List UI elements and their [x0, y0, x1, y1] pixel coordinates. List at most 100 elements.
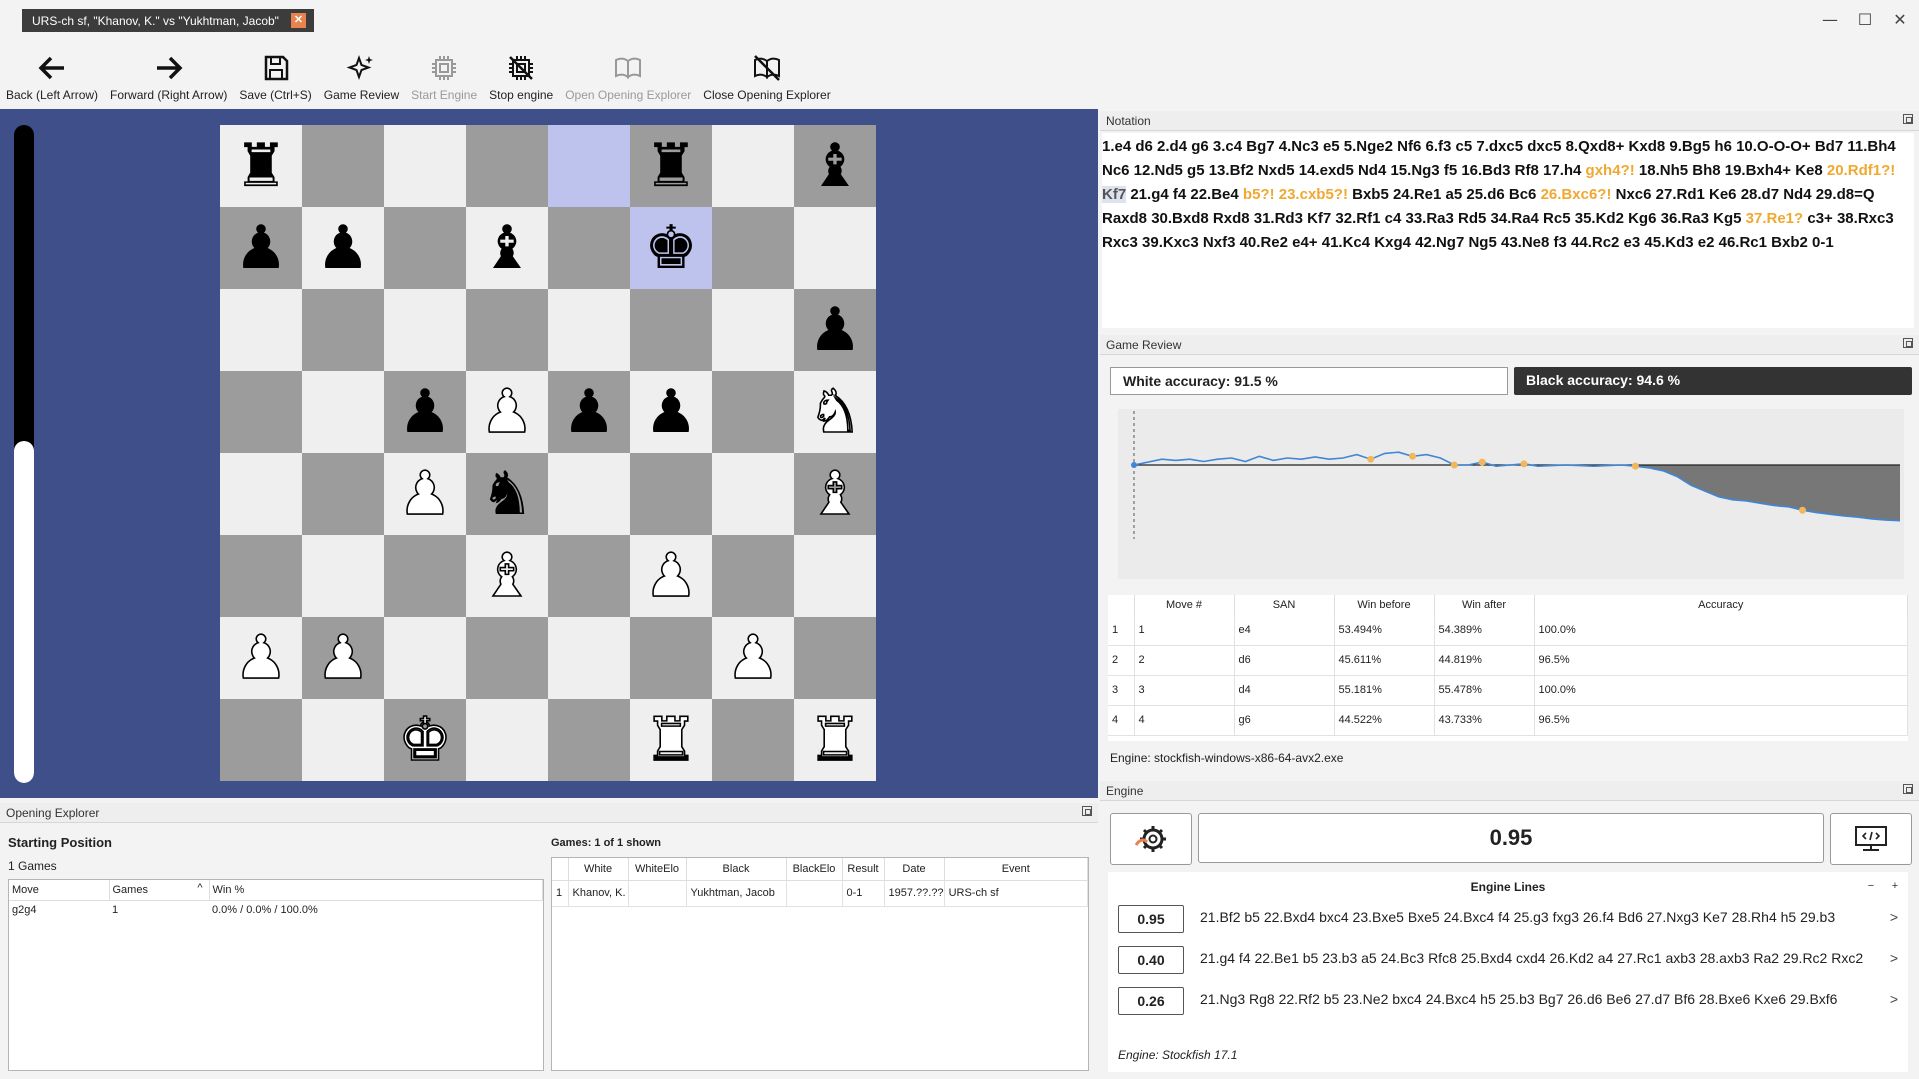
table-row[interactable]: g2g4 1 0.0% / 0.0% / 100.0% [9, 900, 543, 920]
square-a6[interactable] [220, 289, 302, 371]
open-explorer-button[interactable]: Open Opening Explorer [559, 40, 697, 106]
square-d4[interactable]: ♞ [466, 453, 548, 535]
square-e8[interactable] [548, 125, 630, 207]
black-pawn-icon[interactable]: ♟ [398, 382, 452, 442]
square-e1[interactable] [548, 699, 630, 781]
explorer-games-table[interactable]: White WhiteElo Black BlackElo Result Dat… [551, 857, 1089, 1071]
white-bishop-icon[interactable]: ♝ [807, 463, 862, 525]
square-f1[interactable]: ♜ [630, 699, 712, 781]
evaluation-graph[interactable] [1118, 409, 1904, 579]
start-engine-button[interactable]: Start Engine [405, 40, 483, 106]
stop-engine-button[interactable]: Stop engine [483, 40, 559, 106]
engine-line[interactable]: 0.40 21.g4 f4 22.Be1 b5 23.b3 a5 24.Bc3 … [1118, 946, 1898, 976]
black-pawn-icon[interactable]: ♟ [644, 382, 698, 442]
square-a4[interactable] [220, 453, 302, 535]
square-d8[interactable] [466, 125, 548, 207]
annotated-move[interactable]: 23.cxb5?! [1279, 186, 1348, 203]
square-b7[interactable]: ♟ [302, 207, 384, 289]
square-b4[interactable] [302, 453, 384, 535]
white-pawn-icon[interactable]: ♟ [643, 545, 698, 607]
white-pawn-icon[interactable]: ♟ [479, 381, 534, 443]
col-accuracy[interactable]: Accuracy [1534, 595, 1908, 615]
square-e3[interactable] [548, 535, 630, 617]
square-c5[interactable]: ♟ [384, 371, 466, 453]
annotated-move[interactable]: 20.Rdf1?! [1827, 162, 1895, 179]
col-move-number[interactable]: Move # [1134, 595, 1235, 615]
square-b5[interactable] [302, 371, 384, 453]
chevron-right-icon[interactable]: > [1890, 950, 1898, 966]
evaluation-point[interactable] [1367, 455, 1375, 463]
square-b8[interactable] [302, 125, 384, 207]
move-text[interactable]: 21.g4 f4 22.Be4 [1126, 186, 1243, 203]
white-pawn-icon[interactable]: ♟ [725, 627, 780, 689]
square-h8[interactable]: ♝ [794, 125, 876, 207]
col-white[interactable]: White [568, 858, 629, 881]
evaluation-point[interactable] [1520, 460, 1528, 468]
close-explorer-button[interactable]: Close Opening Explorer [697, 40, 836, 106]
square-d1[interactable] [466, 699, 548, 781]
white-knight-icon[interactable]: ♞ [807, 381, 862, 443]
col-date[interactable]: Date [884, 858, 945, 881]
white-pawn-icon[interactable]: ♟ [315, 627, 370, 689]
col-event[interactable]: Event [944, 858, 1089, 881]
document-tab[interactable]: URS-ch sf, "Khanov, K." vs "Yukhtman, Ja… [22, 9, 314, 32]
evaluation-point[interactable] [1450, 461, 1458, 469]
col-result[interactable]: Result [842, 858, 885, 881]
square-h1[interactable]: ♜ [794, 699, 876, 781]
pane-float-icon[interactable] [1903, 784, 1913, 794]
col-black[interactable]: Black [686, 858, 787, 881]
game-review-button[interactable]: Game Review [318, 40, 405, 106]
square-c1[interactable]: ♚ [384, 699, 466, 781]
square-h6[interactable]: ♟ [794, 289, 876, 371]
engine-settings-button[interactable] [1110, 813, 1192, 865]
white-rook-icon[interactable]: ♜ [643, 709, 698, 771]
move-text[interactable]: 18.Nh5 Bh8 19.Bxh4+ Ke8 [1635, 162, 1827, 179]
table-row[interactable]: 3 3 d4 55.181% 55.478% 100.0% [1108, 675, 1908, 706]
white-king-icon[interactable]: ♚ [397, 709, 452, 771]
square-f8[interactable]: ♜ [630, 125, 712, 207]
move-text[interactable]: Bxb5 24.Re1 a5 25.d6 Bc6 [1348, 186, 1541, 203]
col-white-elo[interactable]: WhiteElo [628, 858, 687, 881]
square-d2[interactable] [466, 617, 548, 699]
annotated-move[interactable]: 26.Bxc6?! [1541, 186, 1612, 203]
increase-lines-button[interactable]: + [1888, 880, 1902, 894]
pane-float-icon[interactable] [1903, 338, 1913, 348]
engine-line[interactable]: 0.26 21.Ng3 Rg8 22.Rf2 b5 23.Ne2 bxc4 24… [1118, 987, 1898, 1017]
table-row[interactable]: 4 4 g6 44.522% 43.733% 96.5% [1108, 705, 1908, 736]
square-g8[interactable] [712, 125, 794, 207]
square-g1[interactable] [712, 699, 794, 781]
square-f3[interactable]: ♟ [630, 535, 712, 617]
square-h5[interactable]: ♞ [794, 371, 876, 453]
square-g7[interactable] [712, 207, 794, 289]
square-h7[interactable] [794, 207, 876, 289]
col-win-before[interactable]: Win before [1334, 595, 1435, 615]
square-b1[interactable] [302, 699, 384, 781]
annotated-move[interactable]: b5?! [1243, 186, 1275, 203]
black-king-icon[interactable]: ♚ [644, 218, 698, 278]
square-b6[interactable] [302, 289, 384, 371]
square-e4[interactable] [548, 453, 630, 535]
square-f5[interactable]: ♟ [630, 371, 712, 453]
square-h4[interactable]: ♝ [794, 453, 876, 535]
table-row[interactable]: 2 2 d6 45.611% 44.819% 96.5% [1108, 645, 1908, 676]
black-bishop-icon[interactable]: ♝ [808, 136, 862, 196]
white-rook-icon[interactable]: ♜ [807, 709, 862, 771]
tab-close-icon[interactable]: ✕ [290, 13, 306, 28]
col-win-percent[interactable]: Win % [209, 880, 543, 901]
square-e5[interactable]: ♟ [548, 371, 630, 453]
square-a1[interactable] [220, 699, 302, 781]
square-g3[interactable] [712, 535, 794, 617]
annotated-move[interactable]: gxh4?! [1586, 162, 1635, 179]
evaluation-point[interactable] [1799, 506, 1807, 514]
pane-float-icon[interactable] [1903, 114, 1913, 124]
notation-text[interactable]: 1.e4 d6 2.d4 g6 3.c4 Bg7 4.Nc3 e5 5.Nge2… [1102, 133, 1914, 328]
square-d3[interactable]: ♝ [466, 535, 548, 617]
chevron-right-icon[interactable]: > [1890, 991, 1898, 1007]
evaluation-point[interactable] [1478, 458, 1486, 466]
square-d5[interactable]: ♟ [466, 371, 548, 453]
square-c7[interactable] [384, 207, 466, 289]
square-a2[interactable]: ♟ [220, 617, 302, 699]
square-b3[interactable] [302, 535, 384, 617]
black-rook-icon[interactable]: ♜ [234, 136, 288, 196]
table-row[interactable]: 1 Khanov, K. Yukhtman, Jacob 0-1 1957.??… [552, 880, 1089, 907]
